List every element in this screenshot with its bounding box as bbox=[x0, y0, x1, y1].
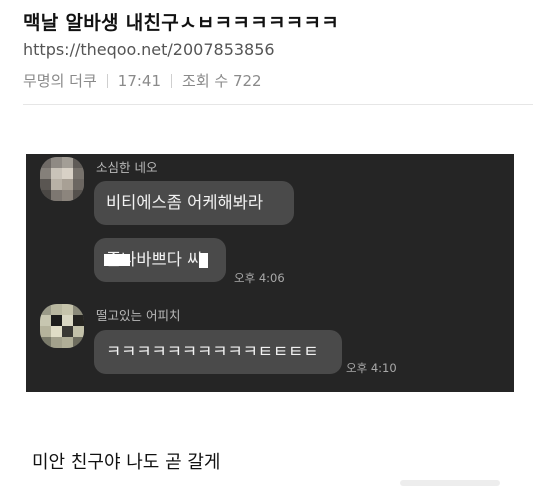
post-header: 맥날 알바생 내친구ㅅㅂㅋㅋㅋㅋㅋㅋㅋ https://theqoo.net/2… bbox=[0, 0, 540, 106]
post-meta: 무명의 더쿠 17:41 조회 수 722 bbox=[23, 70, 262, 91]
meta-divider bbox=[171, 73, 173, 88]
message-timestamp: 오후 4:10 bbox=[346, 361, 397, 375]
message-bubble: 비티에스좀 어케해봐라 bbox=[94, 181, 294, 225]
post-title: 맥날 알바생 내친구ㅅㅂㅋㅋㅋㅋㅋㅋㅋ bbox=[23, 12, 340, 34]
message-timestamp: 오후 4:06 bbox=[234, 271, 285, 285]
header-divider bbox=[23, 104, 533, 105]
message-bubble: ㅋㅋㅋㅋㅋㅋㅋㅋㅋㅋㅌㅌㅌㅌ bbox=[94, 330, 342, 374]
post-url-link[interactable]: https://theqoo.net/2007853856 bbox=[23, 40, 275, 59]
chat-screenshot-image: 소심한 네오 비티에스좀 어케해봐라 존나바쁘다 씨 오후 4:06 떨고있는 … bbox=[26, 154, 514, 392]
view-count: 조회 수 722 bbox=[182, 72, 262, 90]
author-name[interactable]: 무명의 더쿠 bbox=[23, 70, 97, 91]
profile-avatar bbox=[40, 304, 84, 348]
meta-divider bbox=[106, 73, 108, 88]
sender-name: 떨고있는 어피치 bbox=[96, 308, 181, 323]
sender-name: 소심한 네오 bbox=[96, 160, 158, 175]
watermark-logo bbox=[400, 480, 500, 486]
post-time: 17:41 bbox=[117, 71, 162, 90]
censor-mark bbox=[199, 253, 208, 268]
profile-avatar bbox=[40, 157, 84, 201]
censor-mark bbox=[104, 254, 130, 266]
post-caption: 미안 친구야 나도 곧 갈게 bbox=[32, 452, 221, 473]
message-bubble: 존나바쁘다 씨 bbox=[94, 238, 226, 282]
